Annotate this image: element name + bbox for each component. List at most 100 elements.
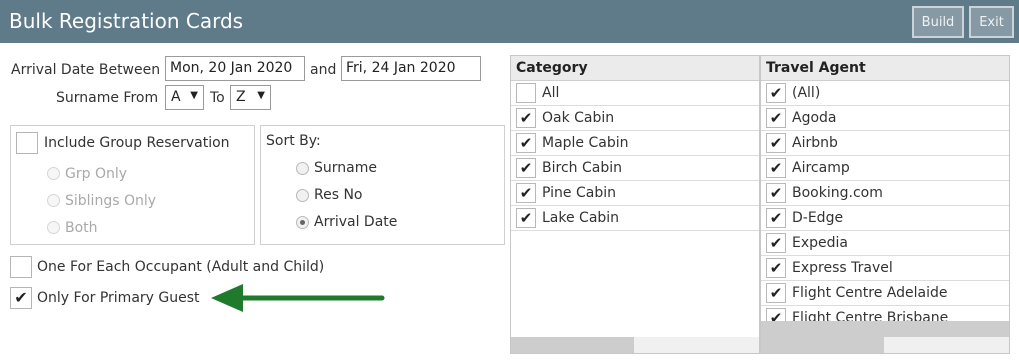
travel-agent-item-checkbox[interactable]: ✔ (766, 233, 786, 253)
chevron-down-icon: ▼ (190, 90, 198, 101)
travel-agent-list-item[interactable]: ✔ Flight Centre Adelaide (761, 281, 1009, 306)
checkmark-icon: ✔ (769, 133, 783, 152)
travel-agent-list-item[interactable]: ✔ Booking.com (761, 181, 1009, 206)
sort-by-label: Sort By: (266, 133, 321, 149)
page-title: Bulk Registration Cards (9, 9, 244, 33)
checkmark-icon: ✔ (519, 183, 533, 202)
checkmark-icon: ✔ (519, 108, 533, 127)
to-label: To (210, 90, 225, 106)
category-item-label: Birch Cabin (542, 160, 622, 176)
grp-only-radio[interactable] (47, 167, 60, 180)
category-item-checkbox[interactable]: ✔ (516, 108, 536, 128)
category-list-item[interactable]: All (511, 81, 759, 106)
grp-only-label: Grp Only (65, 166, 128, 182)
travel-agent-item-checkbox[interactable]: ✔ (766, 183, 786, 203)
both-label: Both (65, 220, 98, 236)
checkmark-icon: ✔ (769, 83, 783, 102)
travel-agent-item-checkbox[interactable]: ✔ (766, 208, 786, 228)
build-button[interactable]: Build (912, 6, 964, 38)
travel-agent-list-item[interactable]: ✔ (All) (761, 81, 1009, 106)
sort-arrival-date-radio[interactable] (296, 216, 309, 229)
sort-res-no-radio[interactable] (296, 189, 309, 202)
travel-agent-item-checkbox[interactable]: ✔ (766, 108, 786, 128)
travel-agent-item-checkbox[interactable]: ✔ (766, 83, 786, 103)
category-item-checkbox[interactable] (516, 83, 536, 103)
surname-from-value: A (171, 89, 181, 105)
surname-from-select[interactable]: A ▼ (165, 85, 204, 110)
category-list-item[interactable]: ✔ Maple Cabin (511, 131, 759, 156)
checkmark-icon: ✔ (519, 208, 533, 227)
primary-guest-checkbox[interactable]: ✔ (10, 287, 32, 309)
travel-agent-list-item[interactable]: ✔ Aircamp (761, 156, 1009, 181)
category-list-item[interactable]: ✔ Oak Cabin (511, 106, 759, 131)
travel-agent-list-item[interactable]: ✔ Express Travel (761, 256, 1009, 281)
category-scrollbar[interactable] (511, 337, 759, 353)
travel-agent-scroll-thumb[interactable] (761, 337, 884, 353)
travel-agent-item-label: Airbnb (792, 135, 838, 151)
category-list-item[interactable]: ✔ Lake Cabin (511, 206, 759, 231)
checkmark-icon: ✔ (769, 258, 783, 277)
category-header: Category (511, 56, 759, 81)
travel-agent-list-item[interactable]: ✔ Expedia (761, 231, 1009, 256)
category-list-item[interactable]: ✔ Birch Cabin (511, 156, 759, 181)
category-item-label: Maple Cabin (542, 135, 629, 151)
category-item-checkbox[interactable]: ✔ (516, 158, 536, 178)
travel-agent-header: Travel Agent (761, 56, 1009, 81)
surname-from-label: Surname From (56, 90, 159, 106)
travel-agent-item-label: Expedia (792, 235, 848, 251)
sort-arrival-date-label: Arrival Date (314, 214, 398, 230)
surname-to-select[interactable]: Z ▼ (230, 85, 271, 110)
both-radio[interactable] (47, 221, 60, 234)
include-group-checkbox[interactable] (16, 132, 38, 154)
each-occupant-label: One For Each Occupant (Adult and Child) (37, 259, 325, 275)
arrival-date-to-input[interactable]: Fri, 24 Jan 2020 (341, 56, 481, 81)
category-item-label: Oak Cabin (542, 110, 615, 126)
annotation-arrow-icon (211, 284, 385, 312)
exit-button[interactable]: Exit (969, 6, 1014, 38)
group-reservation-panel: Include Group Reservation Grp Only Sibli… (10, 125, 255, 245)
checkmark-icon: ✔ (769, 158, 783, 177)
sort-surname-label: Surname (314, 160, 377, 176)
category-scroll-thumb[interactable] (511, 337, 634, 353)
travel-agent-item-label: Aircamp (792, 160, 850, 176)
sort-surname-radio[interactable] (296, 162, 309, 175)
travel-agent-list-item[interactable]: ✔ Agoda (761, 106, 1009, 131)
siblings-only-radio[interactable] (47, 194, 60, 207)
primary-guest-label: Only For Primary Guest (37, 290, 200, 306)
category-item-checkbox[interactable]: ✔ (516, 208, 536, 228)
chevron-down-icon: ▼ (257, 90, 265, 101)
title-bar: Bulk Registration Cards Build Exit (0, 0, 1019, 43)
travel-agent-scrollbar[interactable] (761, 337, 1009, 353)
category-panel: Category All ✔ Oak Cabin ✔ Maple Cabin ✔ Birch… (510, 55, 760, 354)
travel-agent-item-label: Agoda (792, 110, 837, 126)
sort-res-no-label: Res No (314, 187, 363, 203)
checkmark-icon: ✔ (769, 283, 783, 302)
and-label: and (310, 62, 337, 78)
travel-agent-item-label: D-Edge (792, 210, 844, 226)
category-item-checkbox[interactable]: ✔ (516, 183, 536, 203)
category-item-checkbox[interactable]: ✔ (516, 133, 536, 153)
each-occupant-checkbox[interactable] (10, 256, 32, 278)
checkmark-icon: ✔ (769, 108, 783, 127)
category-item-label: All (542, 85, 560, 101)
category-item-label: Lake Cabin (542, 210, 620, 226)
arrival-date-label: Arrival Date Between (11, 62, 161, 78)
sort-by-panel: Sort By: Surname Res No Arrival Date (260, 125, 505, 245)
travel-agent-item-checkbox[interactable]: ✔ (766, 258, 786, 278)
checkmark-icon: ✔ (769, 233, 783, 252)
travel-agent-item-label: Express Travel (792, 260, 893, 276)
checkmark-icon: ✔ (769, 183, 783, 202)
travel-agent-list-item[interactable]: ✔ D-Edge (761, 206, 1009, 231)
include-group-label: Include Group Reservation (44, 135, 230, 151)
travel-agent-panel: Travel Agent ✔ (All) ✔ Agoda ✔ Airbnb ✔ Aircamp… (760, 55, 1010, 354)
arrival-date-from-input[interactable]: Mon, 20 Jan 2020 (165, 56, 305, 81)
travel-agent-item-label: Booking.com (792, 185, 883, 201)
travel-agent-list-item[interactable]: ✔ Airbnb (761, 131, 1009, 156)
category-list-item[interactable]: ✔ Pine Cabin (511, 181, 759, 206)
travel-agent-item-checkbox[interactable]: ✔ (766, 283, 786, 303)
travel-agent-item-label: Flight Centre Adelaide (792, 285, 948, 301)
travel-agent-item-checkbox[interactable]: ✔ (766, 133, 786, 153)
travel-agent-vscroll-track[interactable] (761, 321, 1009, 338)
checkmark-icon: ✔ (519, 158, 533, 177)
travel-agent-item-checkbox[interactable]: ✔ (766, 158, 786, 178)
